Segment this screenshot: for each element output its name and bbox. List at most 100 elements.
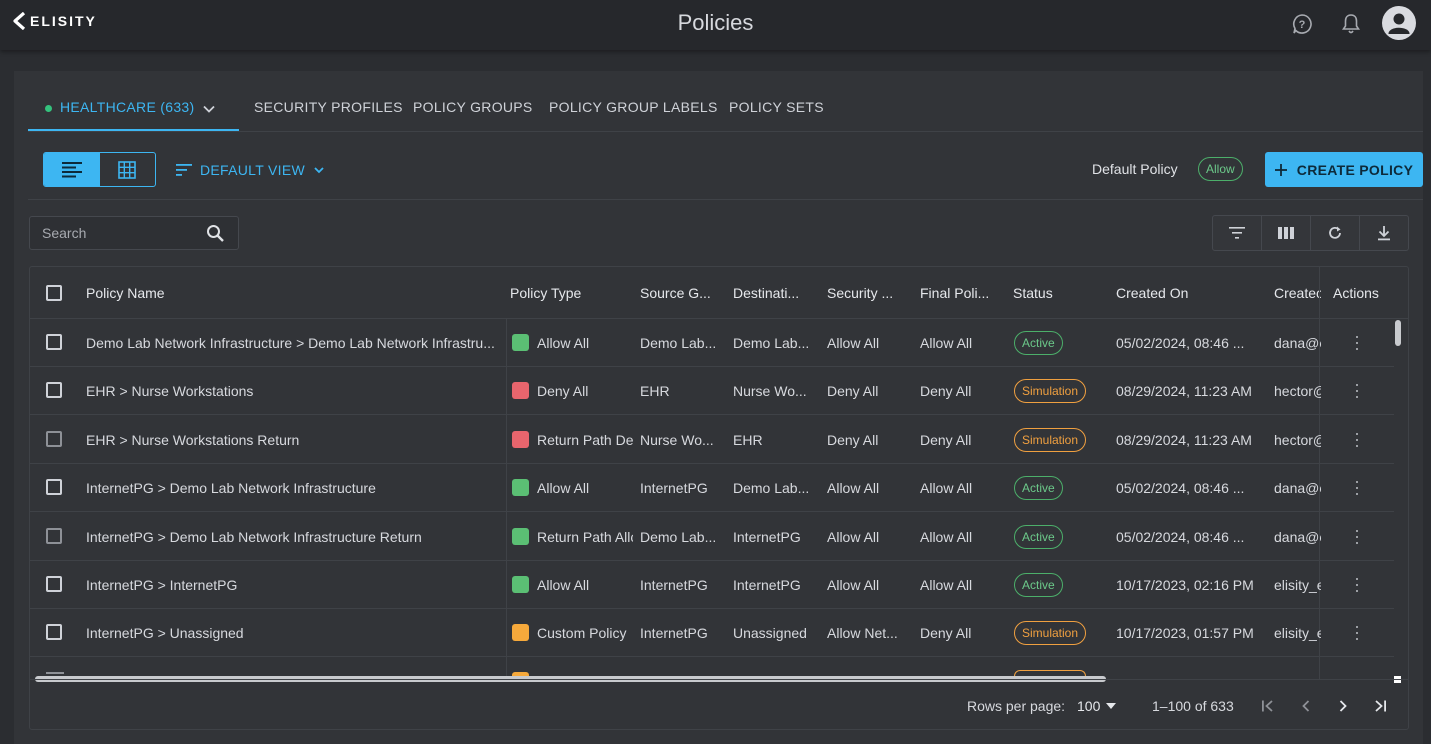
cell-source-group: Demo Lab...	[640, 335, 717, 351]
table-row[interactable]: InternetPG > Unassigned Custom Policy Inte…	[30, 609, 1394, 658]
cell-final-policy: Allow All	[920, 528, 973, 545]
cell-source-group: InternetPG	[640, 625, 708, 642]
table-row[interactable]: InternetPG > Demo Lab Network Infrastruc…	[30, 513, 1394, 561]
search-icon[interactable]	[206, 224, 225, 243]
column-header-policy-name[interactable]: Policy Name	[86, 285, 486, 301]
user-avatar-icon[interactable]	[1382, 6, 1416, 40]
more-vertical-icon[interactable]	[1355, 578, 1359, 592]
cell-policy-type: Allow All	[537, 577, 590, 593]
row-checkbox[interactable]	[46, 334, 62, 350]
policy-type-color-square	[512, 479, 529, 497]
download-button[interactable]	[1360, 216, 1408, 250]
table-row[interactable]: EHR > Nurse Workstations Return Return Pa…	[30, 416, 1394, 464]
table-row[interactable]: EHR > Nurse Workstations Deny All EHR Nurse…	[30, 367, 1394, 416]
grid-view-icon	[118, 160, 137, 179]
kebab-dot	[1356, 529, 1358, 532]
more-vertical-icon[interactable]	[1355, 336, 1359, 350]
cell-policy-name[interactable]: InternetPG > InternetPG	[86, 577, 496, 593]
column-header-status[interactable]: Status	[1013, 285, 1103, 301]
more-vertical-icon[interactable]	[1355, 432, 1359, 447]
chevron-down-icon[interactable]	[202, 102, 216, 116]
more-vertical-icon[interactable]	[1355, 626, 1359, 641]
last-page-button[interactable]	[1368, 694, 1392, 718]
rows-per-page-select[interactable]: 100	[1077, 698, 1117, 714]
cell-created-by: dana@e	[1274, 528, 1321, 545]
tab-policy-sets[interactable]: POLICY SETS	[729, 99, 824, 115]
plus-icon	[1274, 163, 1287, 176]
svg-text:?: ?	[1299, 19, 1306, 31]
kebab-dot	[1356, 481, 1358, 484]
cell-policy-name[interactable]: InternetPG > Demo Lab Network Infrastruc…	[86, 529, 496, 545]
table-row[interactable]: InternetPG > Demo Lab Network Infrastruc…	[30, 464, 1394, 513]
more-vertical-icon[interactable]	[1355, 529, 1359, 544]
cell-destination: InternetPG	[733, 528, 801, 545]
cell-policy-name[interactable]: EHR > Nurse Workstations Return	[86, 432, 496, 448]
row-checkbox[interactable]	[46, 527, 62, 544]
cell-created-by: elisity_e	[1274, 625, 1321, 642]
kebab-dot	[1356, 390, 1358, 393]
cell-policy-type: Custom Policy	[537, 625, 627, 642]
search-input[interactable]	[30, 217, 200, 249]
create-policy-button[interactable]: CREATE POLICY	[1265, 152, 1423, 187]
row-checkbox[interactable]	[46, 382, 62, 399]
page-title: Policies	[677, 10, 754, 35]
table-row[interactable]: InternetPG > InternetPG Allow All Internet…	[30, 561, 1394, 609]
row-checkbox[interactable]	[46, 624, 62, 641]
default-policy-label: Default Policy	[1092, 161, 1178, 177]
vertical-scrollbar[interactable]	[1395, 320, 1401, 346]
tab-security-profiles[interactable]: SECURITY PROFILES	[254, 99, 403, 115]
filter-button[interactable]	[1213, 216, 1262, 250]
more-vertical-icon[interactable]	[1355, 384, 1359, 399]
top-bar: ELISITY Policies ?	[0, 0, 1431, 50]
select-all-checkbox[interactable]	[46, 285, 62, 301]
tab-policy-groups[interactable]: POLICY GROUPS	[413, 99, 533, 115]
cell-policy-name[interactable]: InternetPG > Demo Lab Network Infrastruc…	[86, 480, 496, 496]
column-header-created-on[interactable]: Created On	[1116, 285, 1256, 301]
column-header-source-group[interactable]: Source G...	[640, 285, 725, 301]
policy-type-color-square	[512, 382, 529, 400]
tab-healthcare-label: HEALTHCARE (633)	[60, 99, 195, 115]
cell-policy-name[interactable]: InternetPG > Unassigned	[86, 625, 496, 641]
status-badge: Active	[1014, 573, 1063, 597]
cell-security: Allow All	[827, 335, 880, 351]
first-page-button[interactable]	[1256, 694, 1280, 718]
refresh-button[interactable]	[1311, 216, 1360, 250]
default-view-selector[interactable]: DEFAULT VIEW	[176, 162, 325, 178]
row-checkbox[interactable]	[46, 479, 62, 496]
column-header-security[interactable]: Security ...	[827, 285, 912, 301]
bell-icon[interactable]	[1337, 10, 1365, 38]
policy-type-color-square	[512, 527, 529, 545]
tab-policy-group-labels[interactable]: POLICY GROUP LABELS	[549, 99, 718, 115]
cell-created-on: 10/17/2023, 01:57 PM	[1116, 625, 1254, 642]
column-header-created-by[interactable]: Createc	[1274, 285, 1321, 301]
column-header-policy-type[interactable]: Policy Type	[510, 285, 630, 301]
chevron-right-icon	[1339, 700, 1347, 712]
healthcare-status-dot	[45, 105, 52, 112]
columns-icon	[1278, 227, 1294, 239]
kebab-dot	[1356, 384, 1358, 387]
help-circle-icon[interactable]: ?	[1288, 10, 1316, 38]
rows-per-page-label: Rows per page:	[967, 698, 1066, 714]
status-badge: Simulation	[1014, 427, 1087, 452]
columns-button[interactable]	[1262, 216, 1311, 250]
column-header-final-policy[interactable]: Final Poli...	[920, 285, 1005, 301]
cell-destination: Demo Lab...	[733, 335, 810, 351]
kebab-dot	[1356, 396, 1358, 399]
sort-lines-icon	[176, 164, 192, 176]
tab-bar: HEALTHCARE (633) SECURITY PROFILES POLIC…	[28, 71, 1423, 132]
list-view-button[interactable]	[44, 153, 100, 186]
tab-healthcare[interactable]: HEALTHCARE (633)	[60, 99, 194, 115]
grid-view-button[interactable]	[100, 153, 156, 186]
more-vertical-icon[interactable]	[1355, 481, 1359, 496]
cell-policy-name[interactable]: Demo Lab Network Infrastructure > Demo L…	[86, 335, 496, 351]
table-row[interactable]: Demo Lab Network Infrastructure > Demo L…	[30, 319, 1394, 367]
kebab-dot	[1356, 444, 1358, 447]
row-checkbox[interactable]	[46, 430, 62, 447]
cell-final-policy: Allow All	[920, 480, 973, 497]
next-page-button[interactable]	[1331, 694, 1355, 718]
column-header-destination[interactable]: Destinati...	[733, 285, 818, 301]
cell-policy-name[interactable]: EHR > Nurse Workstations	[86, 383, 496, 399]
row-checkbox[interactable]	[46, 576, 62, 592]
policy-type-color-square	[512, 624, 529, 642]
previous-page-button[interactable]	[1294, 694, 1318, 718]
